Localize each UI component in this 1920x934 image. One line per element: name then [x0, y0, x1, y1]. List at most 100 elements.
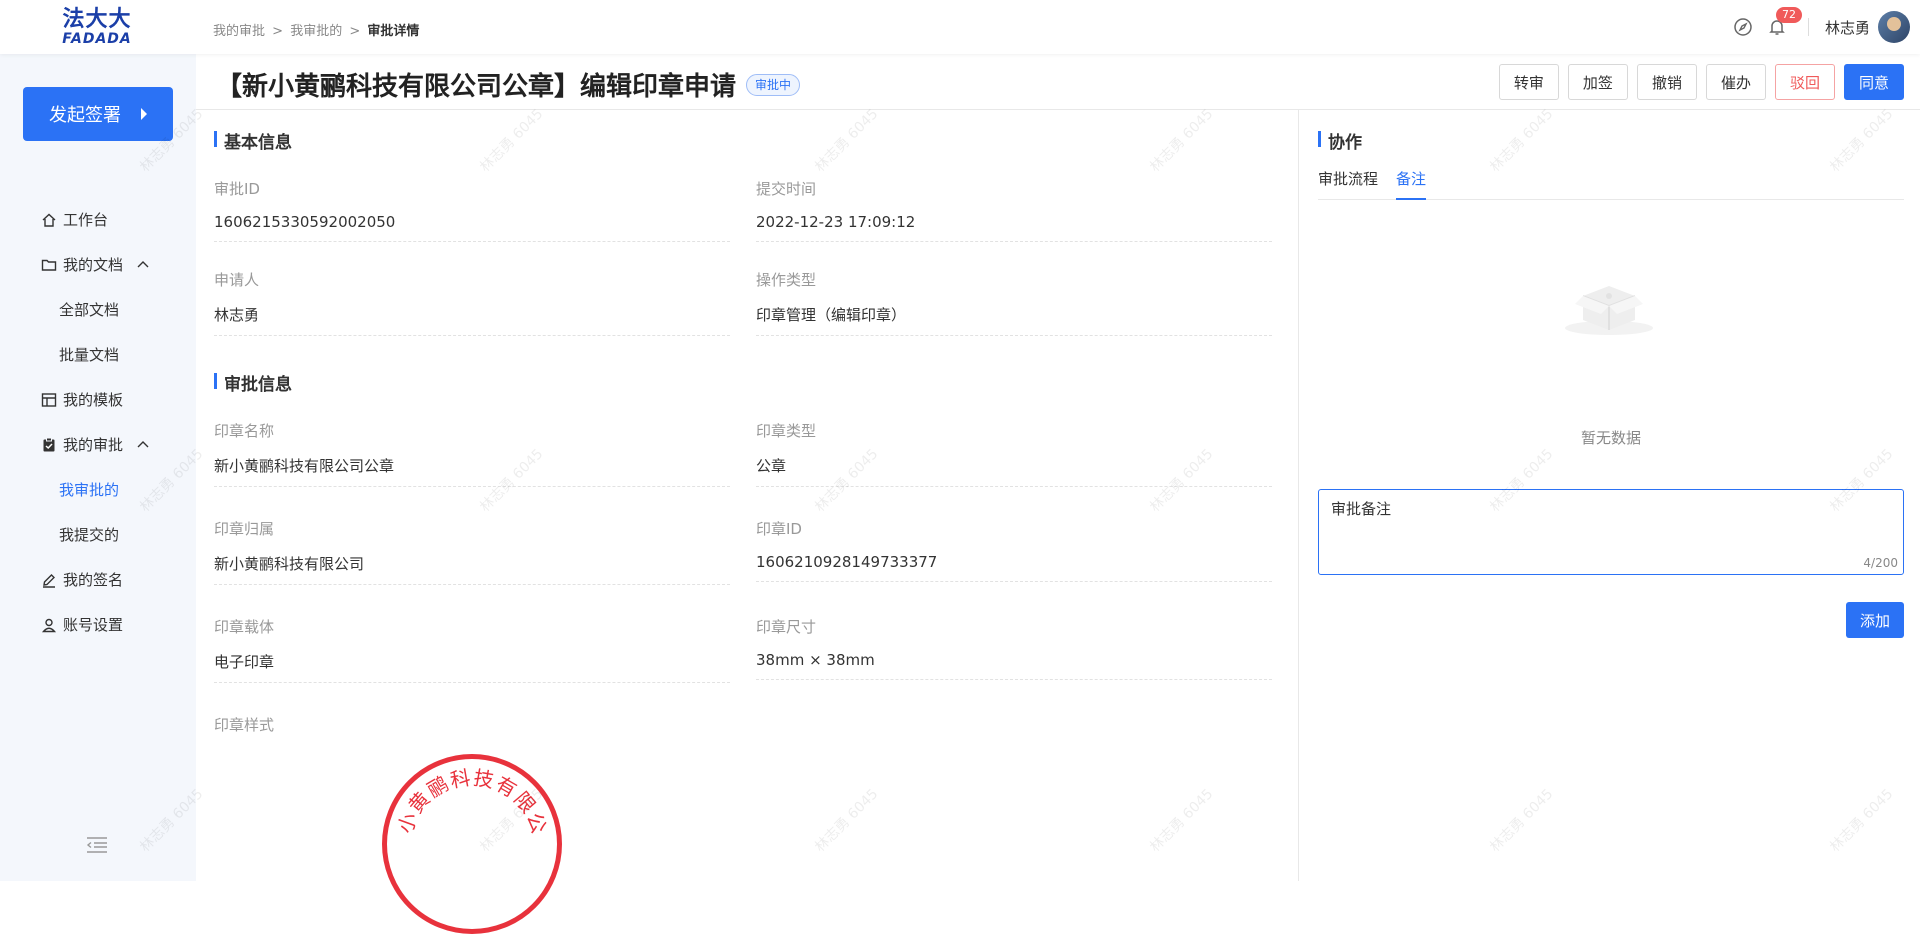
- field-value: 印章管理（编辑印章）: [756, 304, 1272, 336]
- collapse-menu-icon[interactable]: [86, 836, 108, 858]
- field-seal-id: 印章ID 1606210928149733377: [756, 518, 1272, 582]
- field-label: 审批ID: [214, 180, 260, 198]
- field-value: 1606210928149733377: [756, 553, 1272, 582]
- top-bar: 法大大 FADADA 我的审批 > 我审批的 > 审批详情 72 林志勇: [0, 0, 1920, 54]
- sidebar-item-my-templates[interactable]: 我的模板: [0, 377, 196, 422]
- main: 【新小黄鹂科技有限公司公章】编辑印章申请 审批中 转审 加签 撤销 催办 驳回 …: [196, 54, 1920, 934]
- action-bar: 转审 加签 撤销 催办 驳回 同意: [1490, 64, 1904, 100]
- sidebar-item-label: 我提交的: [59, 526, 120, 544]
- revoke-button[interactable]: 撤销: [1636, 64, 1697, 100]
- sidebar-item-my-docs[interactable]: 我的文档: [0, 242, 196, 287]
- field-seal-size: 印章尺寸 38mm × 38mm: [756, 616, 1272, 680]
- field-value: 公章: [756, 455, 1272, 487]
- status-badge: 审批中: [746, 73, 801, 96]
- field-label: 印章ID: [756, 520, 802, 538]
- add-sign-button[interactable]: 加签: [1567, 64, 1628, 100]
- breadcrumb-sep: >: [272, 24, 284, 39]
- field-seal-carrier: 印章载体 电子印章: [214, 616, 730, 683]
- field-label: 操作类型: [756, 271, 817, 289]
- sidebar-item-my-signature[interactable]: 我的签名: [0, 557, 196, 602]
- start-sign-label: 发起签署: [49, 105, 121, 126]
- field-label: 提交时间: [756, 180, 817, 198]
- sidebar-item-all-docs[interactable]: 全部文档: [0, 287, 196, 332]
- page-title: 【新小黄鹂科技有限公司公章】编辑印章申请: [216, 72, 737, 102]
- field-label: 印章归属: [214, 520, 275, 538]
- notification-badge: 72: [1775, 7, 1802, 23]
- fadada-logo[interactable]: 法大大 FADADA: [62, 8, 132, 48]
- folder-icon: [41, 257, 57, 273]
- add-remark-button[interactable]: 添加: [1845, 602, 1904, 638]
- field-seal-name: 印章名称 新小黄鹂科技有限公司公章: [214, 420, 730, 487]
- avatar[interactable]: [1878, 11, 1910, 43]
- user-icon: [41, 617, 57, 633]
- collab-tabs: 审批流程 备注: [1318, 166, 1904, 200]
- top-right: 72 林志勇: [1720, 7, 1910, 43]
- sidebar: 发起签署 工作台 我的文档 全部文档 批量文档 我的模板 我的审批 我审批的 我…: [0, 54, 196, 881]
- field-label: 印章样式: [214, 716, 275, 734]
- sidebar-item-my-approvals[interactable]: 我的审批: [0, 422, 196, 467]
- field-seal-type: 印章类型 公章: [756, 420, 1272, 487]
- compass-icon[interactable]: [1732, 16, 1754, 38]
- divider: [196, 109, 1920, 110]
- field-operation-type: 操作类型 印章管理（编辑印章）: [756, 269, 1272, 336]
- sidebar-item-account-settings[interactable]: 账号设置: [0, 602, 196, 647]
- template-icon: [41, 392, 57, 408]
- divider: [1298, 110, 1299, 881]
- title-row: 【新小黄鹂科技有限公司公章】编辑印章申请 审批中: [216, 66, 801, 103]
- basic-info-title: 基本信息: [214, 128, 292, 153]
- field-value: 林志勇: [214, 304, 730, 336]
- urge-button[interactable]: 催办: [1705, 64, 1766, 100]
- sidebar-nav: 工作台 我的文档 全部文档 批量文档 我的模板 我的审批 我审批的 我提交的 我…: [0, 197, 196, 647]
- sidebar-item-label: 我的签名: [63, 571, 124, 589]
- field-submit-time: 提交时间 2022-12-23 17:09:12: [756, 178, 1272, 242]
- sidebar-item-batch-docs[interactable]: 批量文档: [0, 332, 196, 377]
- home-icon: [41, 212, 57, 228]
- remark-value: 审批备注: [1331, 500, 1392, 518]
- empty-box-icon: [1561, 272, 1657, 340]
- divider: [1807, 18, 1809, 36]
- chevron-up-icon: [135, 437, 151, 453]
- char-counter: 4/200: [1863, 556, 1898, 570]
- field-applicant: 申请人 林志勇: [214, 269, 730, 336]
- field-value: 38mm × 38mm: [756, 651, 1272, 680]
- collab-title: 协作: [1318, 128, 1362, 153]
- field-value: 2022-12-23 17:09:12: [756, 213, 1272, 242]
- sidebar-item-submitted-by-me[interactable]: 我提交的: [0, 512, 196, 557]
- sidebar-item-label: 我的文档: [63, 256, 124, 274]
- remark-textarea[interactable]: 审批备注 4/200: [1318, 489, 1904, 575]
- breadcrumb: 我的审批 > 我审批的 > 审批详情: [213, 20, 419, 39]
- start-sign-button[interactable]: 发起签署: [23, 87, 173, 141]
- field-seal-style: 印章样式: [214, 714, 730, 735]
- field-value: 电子印章: [214, 651, 730, 683]
- transfer-button[interactable]: 转审: [1498, 64, 1559, 100]
- tab-approval-flow[interactable]: 审批流程: [1318, 166, 1378, 200]
- caret-right-icon: [141, 108, 147, 120]
- breadcrumb-my-approval[interactable]: 我的审批: [213, 24, 265, 39]
- bell-icon[interactable]: 72: [1766, 7, 1802, 38]
- empty-text: 暂无数据: [1580, 429, 1641, 447]
- seal-char: 科: [448, 765, 473, 793]
- sidebar-item-workbench[interactable]: 工作台: [0, 197, 196, 242]
- field-label: 印章尺寸: [756, 618, 817, 636]
- breadcrumb-current: 审批详情: [367, 24, 420, 39]
- field-seal-owner: 印章归属 新小黄鹂科技有限公司: [214, 518, 730, 585]
- field-label: 印章类型: [756, 422, 817, 440]
- field-value: 新小黄鹂科技有限公司: [214, 553, 730, 585]
- logo-cn: 法大大: [62, 7, 132, 32]
- agree-button[interactable]: 同意: [1843, 64, 1904, 100]
- breadcrumb-approved-by-me[interactable]: 我审批的: [290, 24, 342, 39]
- sidebar-item-label: 工作台: [63, 211, 109, 229]
- sidebar-item-label: 全部文档: [59, 301, 120, 319]
- sidebar-item-label: 我审批的: [59, 481, 120, 499]
- field-label: 申请人: [214, 271, 260, 289]
- tab-remark[interactable]: 备注: [1396, 166, 1427, 200]
- field-label: 印章载体: [214, 618, 275, 636]
- field-value: 新小黄鹂科技有限公司公章: [214, 455, 730, 487]
- sidebar-item-approved-by-me[interactable]: 我审批的: [0, 467, 196, 512]
- reject-button[interactable]: 驳回: [1774, 64, 1835, 100]
- breadcrumb-sep: >: [349, 24, 361, 39]
- field-label: 印章名称: [214, 422, 275, 440]
- approval-info-title: 审批信息: [214, 370, 292, 395]
- username[interactable]: 林志勇: [1825, 17, 1870, 38]
- logo-en: FADADA: [62, 31, 132, 47]
